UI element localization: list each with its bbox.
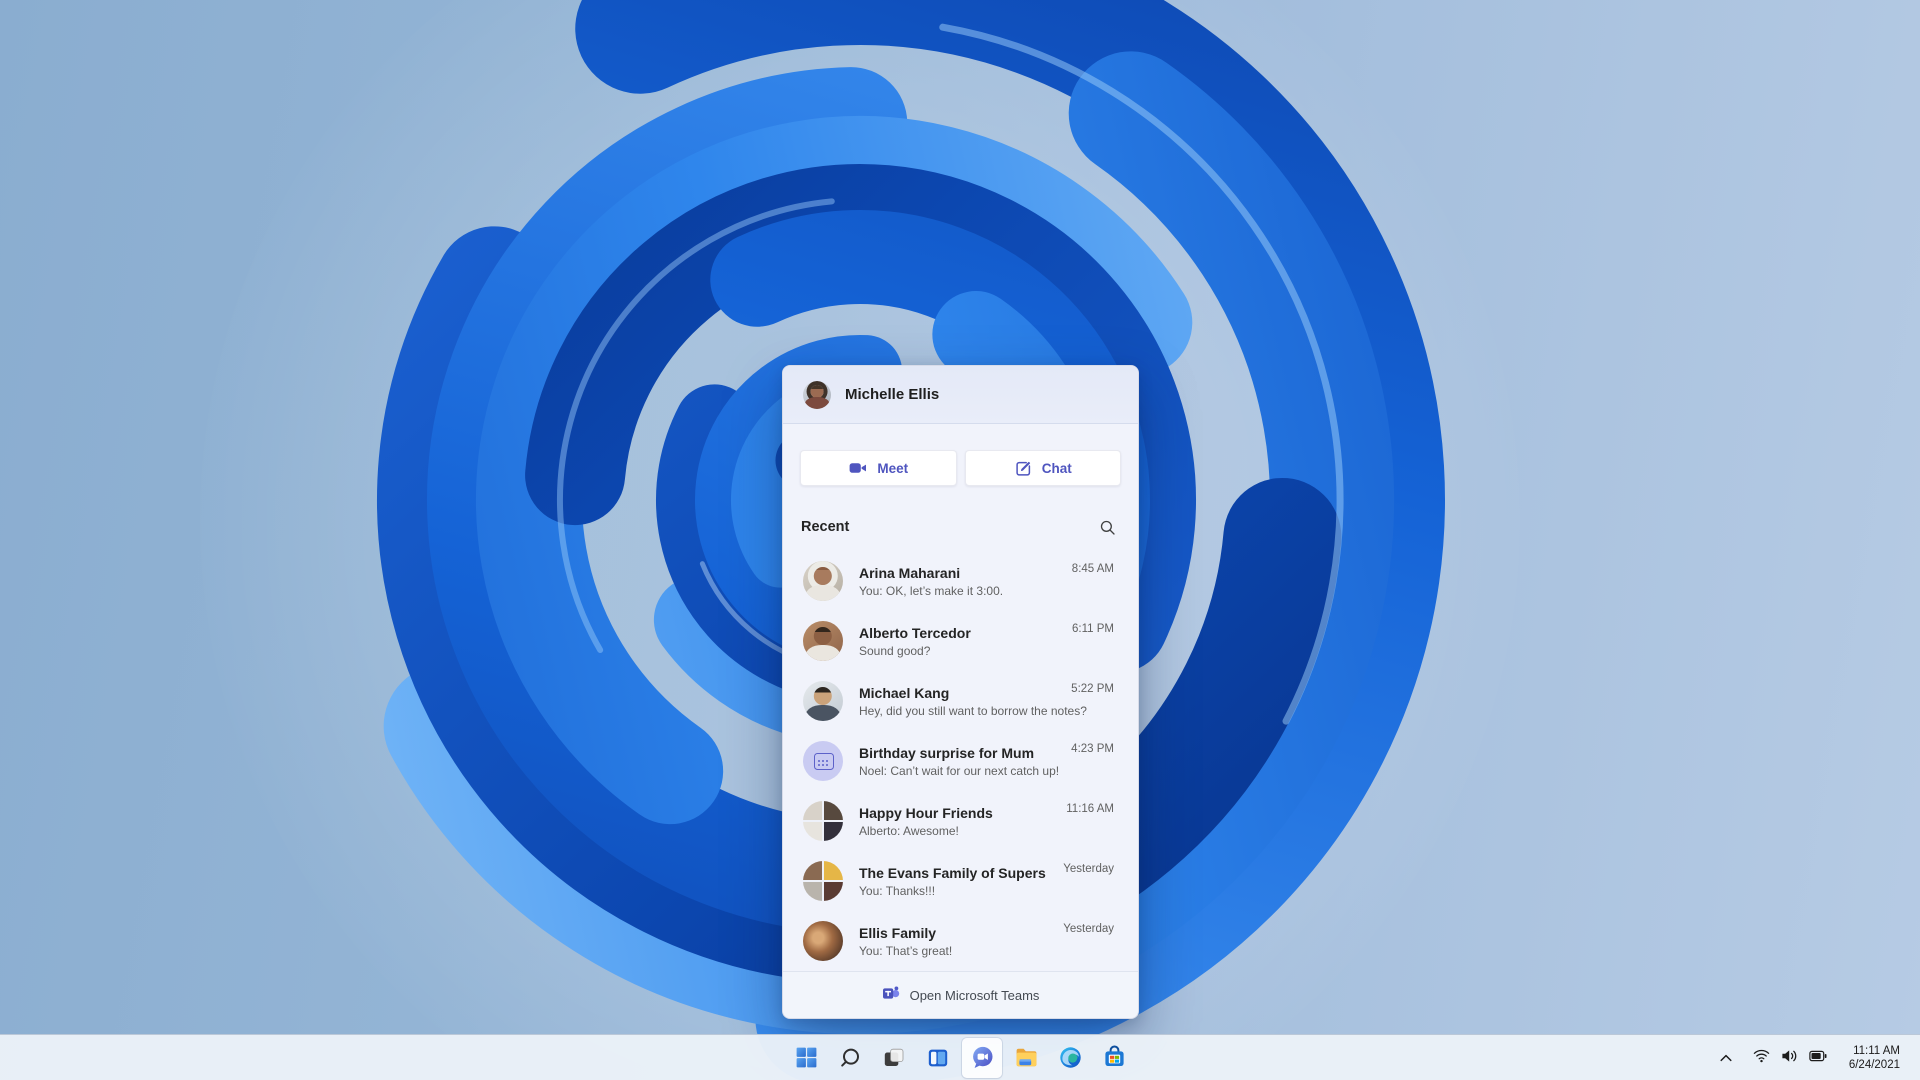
conversation-time: 11:16 AM bbox=[1066, 803, 1114, 815]
conversation-text: Happy Hour Friends Alberto: Awesome! bbox=[859, 804, 1066, 839]
conversation-time: 4:23 PM bbox=[1071, 743, 1114, 755]
conversation-text: Alberto Tercedor Sound good? bbox=[859, 624, 1072, 659]
conversation-list: Arina Maharani You: OK, let’s make it 3:… bbox=[783, 551, 1138, 971]
conversation-row[interactable]: Birthday surprise for Mum Noel: Can’t wa… bbox=[783, 731, 1138, 791]
recent-row: Recent bbox=[783, 516, 1138, 538]
conversation-row[interactable]: Arina Maharani You: OK, let’s make it 3:… bbox=[783, 551, 1138, 611]
chat-taskbar-button[interactable] bbox=[962, 1037, 1002, 1078]
conversation-avatar bbox=[803, 561, 843, 601]
conversation-name: Ellis Family bbox=[859, 924, 937, 941]
store-icon bbox=[1102, 1045, 1127, 1070]
tray-time: 11:11 AM bbox=[1853, 1044, 1900, 1057]
meet-button[interactable]: Meet bbox=[800, 450, 957, 486]
conversation-text: Arina Maharani You: OK, let’s make it 3:… bbox=[859, 564, 1072, 599]
chevron-up-icon bbox=[1720, 1049, 1732, 1067]
start-button[interactable] bbox=[786, 1038, 826, 1078]
desktop: Michelle Ellis Meet Chat Recent Arina Ma… bbox=[0, 0, 1920, 1080]
conversation-time: 8:45 AM bbox=[1071, 563, 1114, 575]
tray-date: 6/24/2021 bbox=[1848, 1059, 1900, 1071]
edge-icon bbox=[1058, 1045, 1083, 1070]
conversation-avatar bbox=[803, 681, 843, 721]
user-name: Michelle Ellis bbox=[845, 386, 940, 403]
file-explorer-button[interactable] bbox=[1006, 1038, 1046, 1078]
store-button[interactable] bbox=[1094, 1038, 1134, 1078]
conversation-text: Ellis Family You: That’s great! bbox=[859, 924, 1063, 959]
conversation-preview: You: Thanks!!! bbox=[859, 883, 936, 898]
conversation-name: Michael Kang bbox=[859, 684, 950, 701]
edge-button[interactable] bbox=[1050, 1038, 1090, 1078]
conversation-name: The Evans Family of Supers bbox=[859, 864, 1046, 881]
action-row: Meet Chat bbox=[783, 450, 1138, 486]
wifi-icon bbox=[1753, 1049, 1770, 1068]
conversation-time: 6:11 PM bbox=[1072, 623, 1114, 635]
chat-button[interactable]: Chat bbox=[964, 450, 1121, 486]
conversation-name: Happy Hour Friends bbox=[859, 804, 993, 821]
quick-settings-button[interactable] bbox=[1747, 1042, 1833, 1074]
conversation-name: Arina Maharani bbox=[859, 564, 961, 581]
taskbar-search-button[interactable] bbox=[830, 1038, 870, 1078]
conversation-name: Alberto Tercedor bbox=[859, 624, 971, 641]
conversation-avatar-calendar bbox=[803, 741, 843, 781]
conversation-preview: You: That’s great! bbox=[859, 943, 953, 958]
conversation-text: Birthday surprise for Mum Noel: Can’t wa… bbox=[859, 744, 1071, 779]
conversation-row[interactable]: Ellis Family You: That’s great! Yesterda… bbox=[783, 911, 1138, 971]
taskbar-center bbox=[786, 1037, 1134, 1078]
search-icon[interactable] bbox=[1096, 516, 1118, 538]
conversation-row[interactable]: Happy Hour Friends Alberto: Awesome! 11:… bbox=[783, 791, 1138, 851]
compose-chat-icon bbox=[1014, 459, 1033, 478]
task-view-button[interactable] bbox=[874, 1038, 914, 1078]
conversation-avatar bbox=[803, 621, 843, 661]
conversation-text: The Evans Family of Supers You: Thanks!!… bbox=[859, 864, 1063, 899]
conversation-avatar bbox=[803, 921, 843, 961]
conversation-row[interactable]: Alberto Tercedor Sound good? 6:11 PM bbox=[783, 611, 1138, 671]
conversation-avatar bbox=[803, 801, 843, 841]
open-teams-button[interactable]: Open Microsoft Teams bbox=[783, 971, 1138, 1018]
conversation-time: Yesterday bbox=[1063, 923, 1114, 935]
conversation-text: Michael Kang Hey, did you still want to … bbox=[859, 684, 1087, 719]
conversation-preview: Noel: Can’t wait for our next catch up! bbox=[859, 763, 1060, 778]
battery-icon bbox=[1809, 1049, 1827, 1067]
teams-chat-flyout: Michelle Ellis Meet Chat Recent Arina Ma… bbox=[782, 365, 1139, 1019]
conversation-row[interactable]: Michael Kang Hey, did you still want to … bbox=[783, 671, 1138, 731]
system-tray: 11:11 AM 6/24/2021 bbox=[1713, 1035, 1920, 1080]
windows-start-icon bbox=[794, 1045, 819, 1070]
task-view-icon bbox=[882, 1046, 906, 1070]
teams-chat-icon bbox=[969, 1044, 996, 1071]
conversation-preview: Hey, did you still want to borrow the no… bbox=[859, 703, 1087, 718]
conversation-avatar bbox=[803, 861, 843, 901]
flyout-header: Michelle Ellis bbox=[783, 366, 1138, 424]
video-camera-icon bbox=[848, 458, 868, 478]
conversation-row[interactable]: The Evans Family of Supers You: Thanks!!… bbox=[783, 851, 1138, 911]
clock[interactable]: 11:11 AM 6/24/2021 bbox=[1843, 1042, 1906, 1075]
meet-button-label: Meet bbox=[877, 460, 909, 476]
hidden-icons-button[interactable] bbox=[1713, 1042, 1739, 1074]
recent-label: Recent bbox=[801, 519, 850, 535]
conversation-preview: Sound good? bbox=[859, 643, 931, 658]
search-icon bbox=[838, 1046, 862, 1070]
file-explorer-icon bbox=[1014, 1045, 1039, 1070]
widgets-icon bbox=[926, 1046, 950, 1070]
taskbar: 11:11 AM 6/24/2021 bbox=[0, 1034, 1920, 1080]
speaker-icon bbox=[1781, 1049, 1798, 1068]
conversation-time: 5:22 PM bbox=[1071, 683, 1114, 695]
conversation-time: Yesterday bbox=[1063, 863, 1114, 875]
chat-button-label: Chat bbox=[1041, 460, 1072, 476]
conversation-preview: You: OK, let’s make it 3:00. bbox=[859, 583, 1004, 598]
open-teams-label: Open Microsoft Teams bbox=[909, 987, 1040, 1003]
teams-logo-icon bbox=[882, 984, 900, 1007]
widgets-button[interactable] bbox=[918, 1038, 958, 1078]
user-avatar[interactable] bbox=[803, 380, 831, 409]
conversation-name: Birthday surprise for Mum bbox=[859, 744, 1035, 761]
conversation-preview: Alberto: Awesome! bbox=[859, 823, 959, 838]
